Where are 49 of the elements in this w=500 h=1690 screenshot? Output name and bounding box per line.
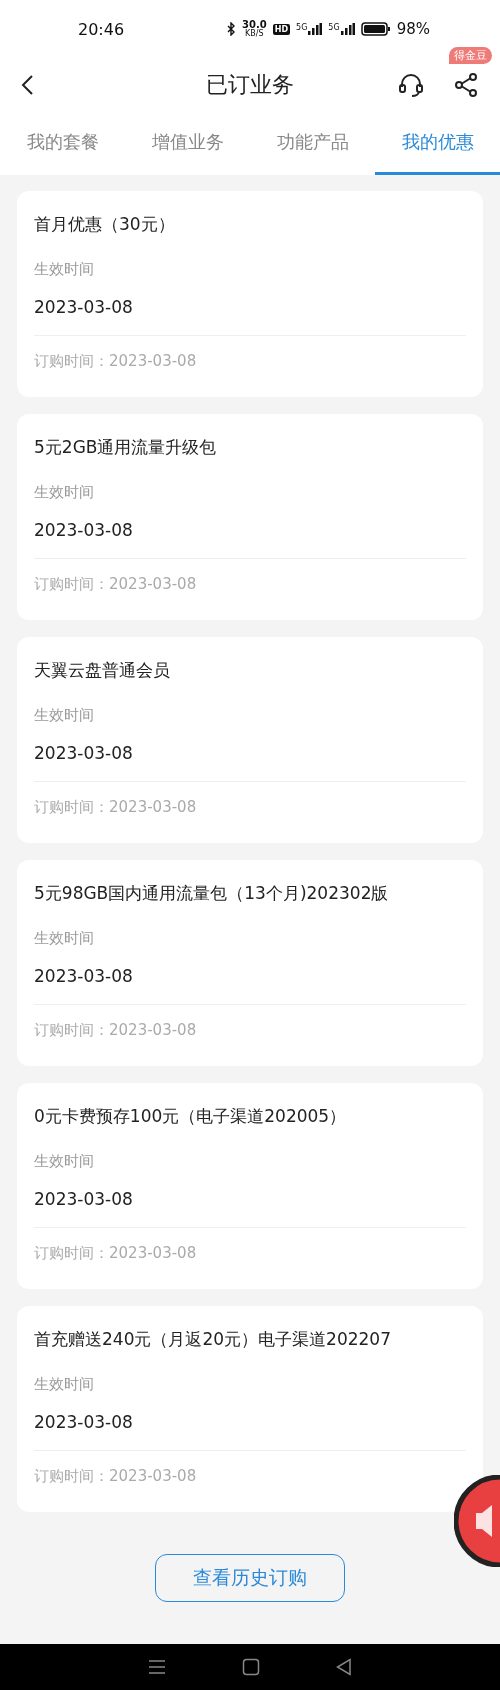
order-time: 订购时间：2023-03-08 — [34, 352, 198, 371]
effective-date: 2023-03-08 — [34, 1412, 134, 1432]
share-icon[interactable] — [454, 72, 480, 98]
offer-name: 5元98GB国内通用流量包（13个月)202302版 — [34, 882, 390, 905]
battery-icon — [360, 22, 391, 36]
signal-icon — [340, 23, 355, 35]
effective-label: 生效时间 — [34, 1375, 95, 1394]
offer-name: 天翼云盘普通会员 — [34, 659, 171, 682]
bluetooth-icon — [227, 22, 237, 36]
order-time: 订购时间：2023-03-08 — [34, 575, 198, 594]
offer-name: 5元2GB通用流量升级包 — [34, 436, 218, 459]
hd-badge: HD — [272, 23, 291, 35]
home-icon[interactable] — [242, 1658, 260, 1676]
reward-badge: 得金豆 — [449, 47, 492, 64]
history-button[interactable]: 查看历史订购 — [155, 1554, 345, 1602]
effective-date: 2023-03-08 — [34, 297, 134, 317]
menu-icon[interactable] — [148, 1659, 166, 1675]
signal-icon — [308, 23, 323, 35]
page-title: 已订业务 — [206, 71, 294, 99]
order-time: 订购时间：2023-03-08 — [34, 1467, 198, 1486]
speaker-float-button[interactable] — [454, 1475, 500, 1567]
effective-label: 生效时间 — [34, 1152, 95, 1171]
effective-label: 生效时间 — [34, 483, 95, 502]
status-time: 20:46 — [78, 19, 125, 39]
back-nav-icon[interactable] — [336, 1658, 352, 1676]
network-type: 5G — [296, 23, 308, 32]
effective-date: 2023-03-08 — [34, 1189, 134, 1209]
tab[interactable]: 我的套餐 — [0, 112, 125, 175]
network-type: 5G — [328, 23, 340, 32]
tab[interactable]: 增值业务 — [125, 112, 250, 175]
effective-date: 2023-03-08 — [34, 743, 134, 763]
tab[interactable]: 功能产品 — [250, 112, 375, 175]
offer-name: 0元卡费预存100元（电子渠道202005） — [34, 1105, 348, 1128]
offer-name: 首充赠送240元（月返20元）电子渠道202207 — [34, 1328, 392, 1351]
order-time: 订购时间：2023-03-08 — [34, 1021, 198, 1040]
back-icon[interactable] — [20, 74, 34, 96]
net-speed-unit: KB/S — [245, 30, 264, 38]
effective-date: 2023-03-08 — [34, 966, 134, 986]
offer-name: 首月优惠（30元） — [34, 213, 176, 236]
tab[interactable]: 我的优惠 — [375, 112, 500, 175]
order-time: 订购时间：2023-03-08 — [34, 798, 198, 817]
battery-percent: 98% — [396, 20, 430, 38]
effective-label: 生效时间 — [34, 706, 95, 725]
effective-label: 生效时间 — [34, 929, 95, 948]
effective-label: 生效时间 — [34, 260, 95, 279]
order-time: 订购时间：2023-03-08 — [34, 1244, 198, 1263]
effective-date: 2023-03-08 — [34, 520, 134, 540]
headset-icon[interactable] — [398, 72, 424, 98]
net-speed: 30.0 — [242, 20, 267, 30]
